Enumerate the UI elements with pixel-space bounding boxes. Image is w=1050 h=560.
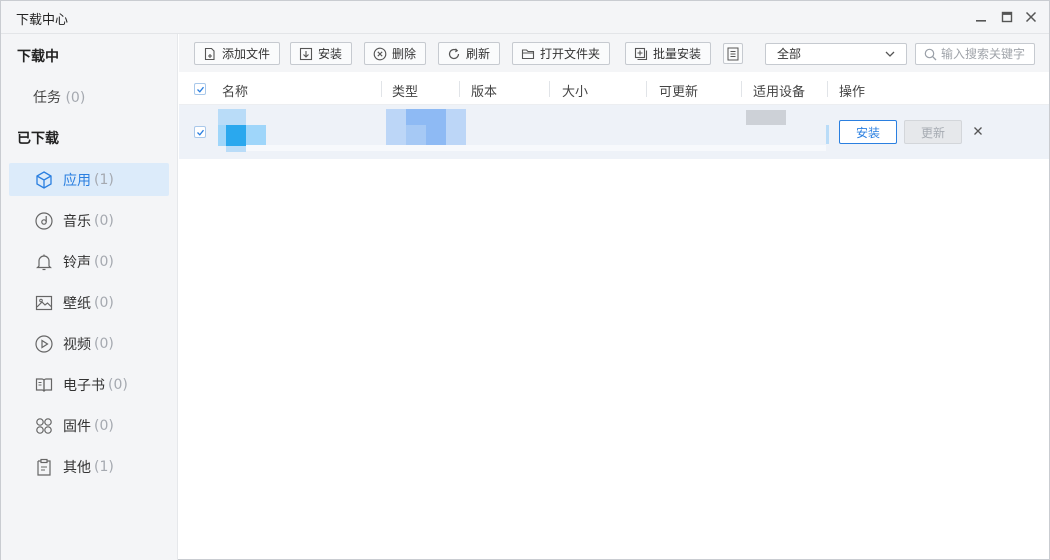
search-input[interactable] (941, 47, 1033, 61)
column-divider (741, 81, 742, 97)
sidebar-item-label: 音乐 (63, 213, 91, 230)
select-all-checkbox[interactable] (194, 83, 206, 95)
sidebar-item-count: (0) (94, 253, 114, 270)
install-toolbar-button[interactable]: 安装 (290, 42, 353, 65)
close-icon (974, 127, 982, 135)
section-downloaded: 已下载 (17, 131, 59, 147)
batch-install-icon (634, 47, 648, 60)
search-box[interactable] (915, 43, 1035, 65)
minimize-button[interactable] (971, 7, 991, 27)
music-disc-icon (34, 211, 54, 231)
sidebar-item-label: 其他 (63, 459, 91, 476)
column-divider (646, 81, 647, 97)
sidebar-item-label: 任务 (33, 90, 61, 106)
close-icon (1025, 11, 1037, 23)
title-bar: 下载中心 (1, 1, 1049, 34)
sidebar-item-firmware[interactable]: 固件 (0) (9, 409, 169, 442)
add-file-button[interactable]: 添加文件 (194, 42, 281, 65)
batch-install-label: 批量安装 (653, 47, 702, 61)
check-icon (196, 86, 204, 93)
sidebar-item-apps[interactable]: 应用 (1) (9, 163, 169, 196)
sidebar-item-count: (0) (94, 212, 114, 229)
delete-button[interactable]: 删除 (364, 42, 427, 65)
install-label: 安装 (318, 47, 343, 61)
delete-icon (373, 47, 387, 60)
sidebar-item-ebooks[interactable]: 电子书 (0) (9, 368, 169, 401)
sidebar-item-count: (0) (94, 294, 114, 311)
search-icon (924, 48, 937, 60)
table-row[interactable]: 安装 更新 (179, 105, 1049, 159)
sidebar-item-label: 铃声 (63, 254, 91, 271)
sidebar-item-count: (0) (94, 335, 114, 352)
image-icon (34, 293, 54, 313)
row-update-button: 更新 (904, 120, 962, 144)
sidebar-item-count: (1) (94, 171, 114, 188)
filter-select-value: 全部 (777, 47, 802, 61)
list-icon (727, 47, 739, 60)
sidebar-item-other[interactable]: 其他 (1) (9, 450, 169, 483)
batch-install-button[interactable]: 批量安装 (625, 42, 712, 65)
book-icon (34, 375, 54, 395)
firmware-grid-icon (34, 416, 54, 436)
column-name[interactable]: 名称 (222, 81, 248, 100)
add-file-label: 添加文件 (222, 47, 271, 61)
check-icon (196, 129, 204, 136)
toolbar: 添加文件 安装 删除 刷新 打开文件夹 批量安装 全部 (179, 34, 1049, 72)
add-file-icon (204, 47, 215, 60)
sidebar: 下载中 任务 (0) 已下载 应用 (1) 音乐 (0) 铃声 (0) 壁纸 (… (1, 34, 178, 560)
sidebar-item-ringtones[interactable]: 铃声 (0) (9, 245, 169, 278)
column-version[interactable]: 版本 (471, 81, 497, 100)
folder-icon (521, 48, 535, 59)
refresh-icon (448, 47, 460, 59)
open-folder-label: 打开文件夹 (540, 47, 601, 61)
sidebar-item-count: (0) (108, 376, 128, 393)
table-header: 名称 类型 版本 大小 可更新 适用设备 操作 (179, 72, 1049, 105)
refresh-label: 刷新 (466, 47, 491, 61)
delete-label: 删除 (392, 47, 417, 61)
column-divider (827, 81, 828, 97)
app-cube-icon (34, 170, 54, 190)
sidebar-item-count: (1) (94, 458, 114, 475)
install-icon (299, 47, 313, 60)
window-title: 下载中心 (16, 13, 69, 28)
chevron-down-icon (885, 51, 895, 57)
sidebar-item-videos[interactable]: 视频 (0) (9, 327, 169, 360)
sidebar-item-tasks[interactable]: 任务 (0) (33, 87, 85, 107)
column-devices[interactable]: 适用设备 (753, 81, 805, 100)
sidebar-item-music[interactable]: 音乐 (0) (9, 204, 169, 237)
row-checkbox[interactable] (194, 126, 206, 138)
section-downloading: 下载中 (17, 49, 59, 65)
sidebar-item-label: 固件 (63, 418, 91, 435)
column-divider (549, 81, 550, 97)
list-view-button[interactable] (723, 43, 743, 64)
minimize-icon (976, 20, 986, 22)
column-divider (381, 81, 382, 97)
row-remove-button[interactable] (970, 123, 986, 139)
column-size[interactable]: 大小 (562, 81, 588, 100)
sidebar-item-count: (0) (94, 417, 114, 434)
maximize-button[interactable] (997, 7, 1017, 27)
redacted-device (746, 110, 786, 125)
close-window-button[interactable] (1021, 7, 1041, 27)
column-updatable[interactable]: 可更新 (659, 81, 698, 100)
download-center-window: 下载中心 下载中 任务 (0) 已下载 应用 (1) 音乐 (0) 铃声 (0)… (0, 0, 1050, 560)
refresh-button[interactable]: 刷新 (438, 42, 501, 65)
sidebar-item-label: 壁纸 (63, 295, 91, 312)
sidebar-item-label: 视频 (63, 336, 91, 353)
video-play-icon (34, 334, 54, 354)
row-accent-mark (826, 125, 829, 144)
sidebar-item-count: (0) (65, 90, 86, 106)
column-actions: 操作 (839, 85, 866, 100)
maximize-icon (1001, 11, 1013, 23)
sidebar-item-label: 电子书 (63, 377, 105, 394)
column-divider (459, 81, 460, 97)
column-type[interactable]: 类型 (392, 81, 418, 100)
clipboard-icon (34, 457, 54, 477)
open-folder-button[interactable]: 打开文件夹 (512, 42, 611, 65)
filter-select[interactable]: 全部 (765, 43, 907, 65)
sidebar-item-label: 应用 (63, 172, 91, 189)
sidebar-item-wallpapers[interactable]: 壁纸 (0) (9, 286, 169, 319)
row-install-button[interactable]: 安装 (839, 120, 897, 144)
bell-icon (34, 252, 54, 272)
